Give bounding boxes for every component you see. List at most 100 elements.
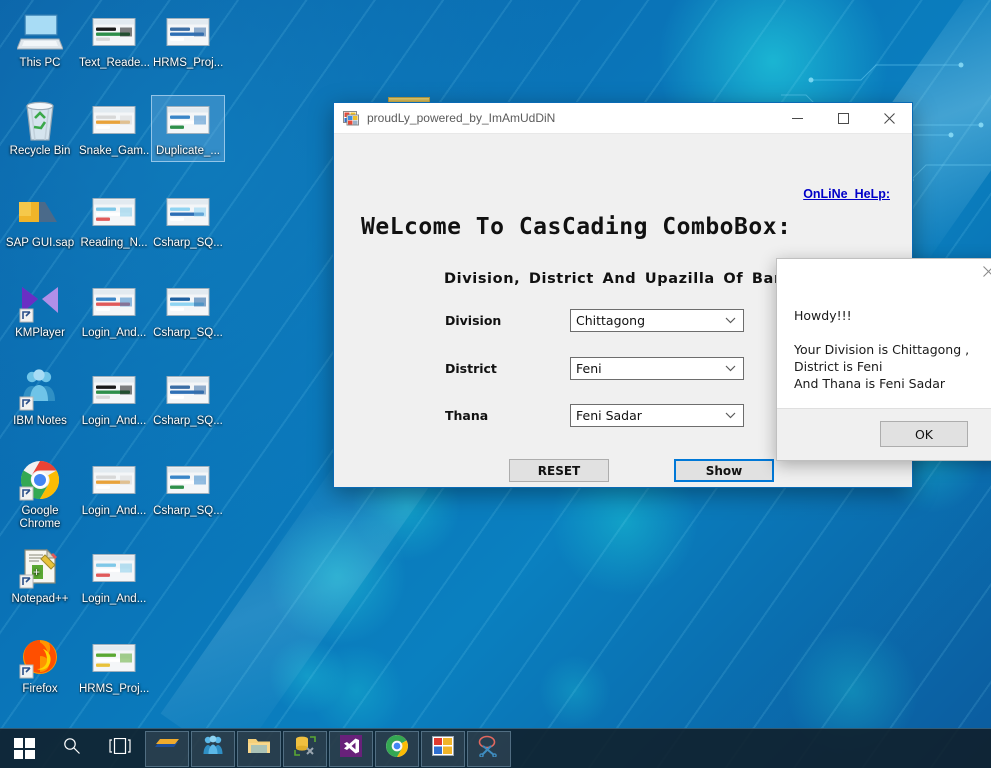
app-thumbnail-icon xyxy=(90,546,138,590)
window-title: proudLy_powered_by_ImAmUdDiN xyxy=(367,111,774,125)
desktop-icon-label: Login_And... xyxy=(79,505,149,518)
maximize-button[interactable] xyxy=(820,103,866,133)
desktop-icon-login-and[interactable]: Login_And... xyxy=(78,278,150,343)
chevron-down-icon xyxy=(725,310,736,331)
thana-combobox-value: Feni Sadar xyxy=(576,408,642,423)
ibm-notes-icon xyxy=(16,368,64,412)
district-combobox-value: Feni xyxy=(576,361,602,376)
district-combobox[interactable]: Feni xyxy=(570,357,744,380)
desktop-icon-sap-gui-sap[interactable]: SAP GUI.sap xyxy=(4,188,76,253)
desktop-icon-csharp-sq[interactable]: Csharp_SQ... xyxy=(152,278,224,343)
desktop-icon-notepad[interactable]: + Notepad++ xyxy=(4,544,76,609)
desktop-icon-csharp-sq[interactable]: Csharp_SQ... xyxy=(152,366,224,431)
taskbar-app-winforms-project[interactable] xyxy=(421,731,465,767)
desktop-icon-label: SAP GUI.sap xyxy=(5,237,75,250)
welcome-heading: WeLcome To CasCading ComboBox: xyxy=(361,214,791,240)
desktop-icon-label: Csharp_SQ... xyxy=(153,505,223,518)
message-box-ok-button[interactable]: OK xyxy=(880,421,968,447)
division-combobox-value: Chittagong xyxy=(576,313,645,328)
desktop-icon-label: This PC xyxy=(5,57,75,70)
taskbar-app-visual-studio[interactable] xyxy=(329,731,373,767)
message-box-text: Howdy!!! Your Division is Chittagong , D… xyxy=(794,307,991,392)
search-button[interactable] xyxy=(48,729,96,769)
desktop-icon-label: Firefox xyxy=(5,683,75,696)
app-thumbnail-icon xyxy=(90,98,138,142)
desktop-icon-label: HRMS_Proj... xyxy=(153,57,223,70)
chrome-icon xyxy=(16,458,64,502)
desktop-icon-kmplayer[interactable]: KMPlayer xyxy=(4,278,76,343)
sap-icon xyxy=(16,190,64,234)
online-help-link[interactable]: OnLiNe_HeLp: xyxy=(803,187,890,201)
app-thumbnail-icon xyxy=(164,10,212,54)
minimize-button[interactable] xyxy=(774,103,820,133)
desktop-icon-login-and[interactable]: Login_And... xyxy=(78,544,150,609)
desktop-icon-duplicate[interactable]: Duplicate_... xyxy=(152,96,224,161)
app-thumbnail-icon xyxy=(164,458,212,502)
division-combobox[interactable]: Chittagong xyxy=(570,309,744,332)
winforms-app-icon xyxy=(343,110,359,126)
desktop-icon-csharp-sq[interactable]: Csharp_SQ... xyxy=(152,188,224,253)
recycle-bin-icon xyxy=(16,98,64,142)
app-thumbnail-icon xyxy=(90,636,138,680)
desktop-icon-recycle-bin[interactable]: Recycle Bin xyxy=(4,96,76,161)
taskbar-app-google-chrome[interactable] xyxy=(375,731,419,767)
winforms-app-icon xyxy=(432,736,454,761)
sap-logon-icon xyxy=(154,736,180,761)
app-thumbnail-icon xyxy=(90,368,138,412)
desktop-icon-hrms-proj[interactable]: HRMS_Proj... xyxy=(152,8,224,73)
desktop-icon-firefox[interactable]: Firefox xyxy=(4,634,76,699)
window-titlebar[interactable]: proudLy_powered_by_ImAmUdDiN xyxy=(334,103,912,134)
notepad-plus-plus-icon: + xyxy=(16,546,64,590)
desktop-icon-snake-gam[interactable]: Snake_Gam... xyxy=(78,96,150,161)
desktop-icon-label: Login_And... xyxy=(79,327,149,340)
app-thumbnail-icon xyxy=(90,10,138,54)
close-button[interactable] xyxy=(866,103,912,133)
desktop-icon-label: Text_Reade... xyxy=(79,57,149,70)
desktop-icon-csharp-sq[interactable]: Csharp_SQ... xyxy=(152,456,224,521)
taskbar-app-sql-developer[interactable] xyxy=(283,731,327,767)
app-thumbnail-icon xyxy=(164,280,212,324)
app-thumbnail-icon xyxy=(90,458,138,502)
taskbar[interactable] xyxy=(0,728,991,768)
desktop-icon-reading-n[interactable]: Reading_N... xyxy=(78,188,150,253)
desktop-icon-label: Reading_N... xyxy=(79,237,149,250)
taskbar-app-ibm-notes[interactable] xyxy=(191,731,235,767)
desktop-icon-label: Csharp_SQ... xyxy=(153,327,223,340)
desktop-icon-text-reade[interactable]: Text_Reade... xyxy=(78,8,150,73)
app-thumbnail-icon xyxy=(164,190,212,234)
desktop-icon-login-and[interactable]: Login_And... xyxy=(78,366,150,431)
task-view-icon xyxy=(109,738,131,759)
desktop-icon-label: KMPlayer xyxy=(5,327,75,340)
reset-button[interactable]: RESET xyxy=(509,459,609,482)
desktop-icon-grid[interactable]: This PC Text_Reade... HRMS_Proj... xyxy=(0,0,240,710)
visual-studio-icon xyxy=(340,735,362,762)
app-thumbnail-icon xyxy=(90,190,138,234)
desktop-icon-label: Login_And... xyxy=(79,415,149,428)
app-thumbnail-icon xyxy=(164,368,212,412)
task-view-button[interactable] xyxy=(96,729,144,769)
desktop-icon-hrms-proj[interactable]: HRMS_Proj... xyxy=(78,634,150,699)
sql-developer-icon xyxy=(293,735,317,762)
message-box[interactable]: Howdy!!! Your Division is Chittagong , D… xyxy=(776,258,991,461)
desktop-icon-google-chrome[interactable]: Google Chrome xyxy=(4,456,76,534)
division-label: Division xyxy=(445,313,501,328)
message-box-close-icon[interactable] xyxy=(977,262,991,280)
taskbar-app-snipping-tool[interactable] xyxy=(467,731,511,767)
desktop-icon-label: HRMS_Proj... xyxy=(79,683,149,696)
firefox-icon xyxy=(16,636,64,680)
taskbar-app-sap-logon[interactable] xyxy=(145,731,189,767)
windows-logo-icon xyxy=(14,738,35,759)
file-explorer-icon xyxy=(247,736,271,761)
ibm-notes-icon xyxy=(201,735,225,762)
desktop-icon-this-pc[interactable]: This PC xyxy=(4,8,76,73)
taskbar-app-file-explorer[interactable] xyxy=(237,731,281,767)
desktop-icon-ibm-notes[interactable]: IBM Notes xyxy=(4,366,76,431)
desktop-icon-label: Google Chrome xyxy=(5,505,75,531)
desktop-icon-label: Duplicate_... xyxy=(153,145,223,158)
desktop-icon-login-and[interactable]: Login_And... xyxy=(78,456,150,521)
district-label: District xyxy=(445,361,497,376)
start-button[interactable] xyxy=(0,729,48,769)
app-thumbnail-icon xyxy=(164,98,212,142)
show-button[interactable]: Show xyxy=(674,459,774,482)
thana-combobox[interactable]: Feni Sadar xyxy=(570,404,744,427)
